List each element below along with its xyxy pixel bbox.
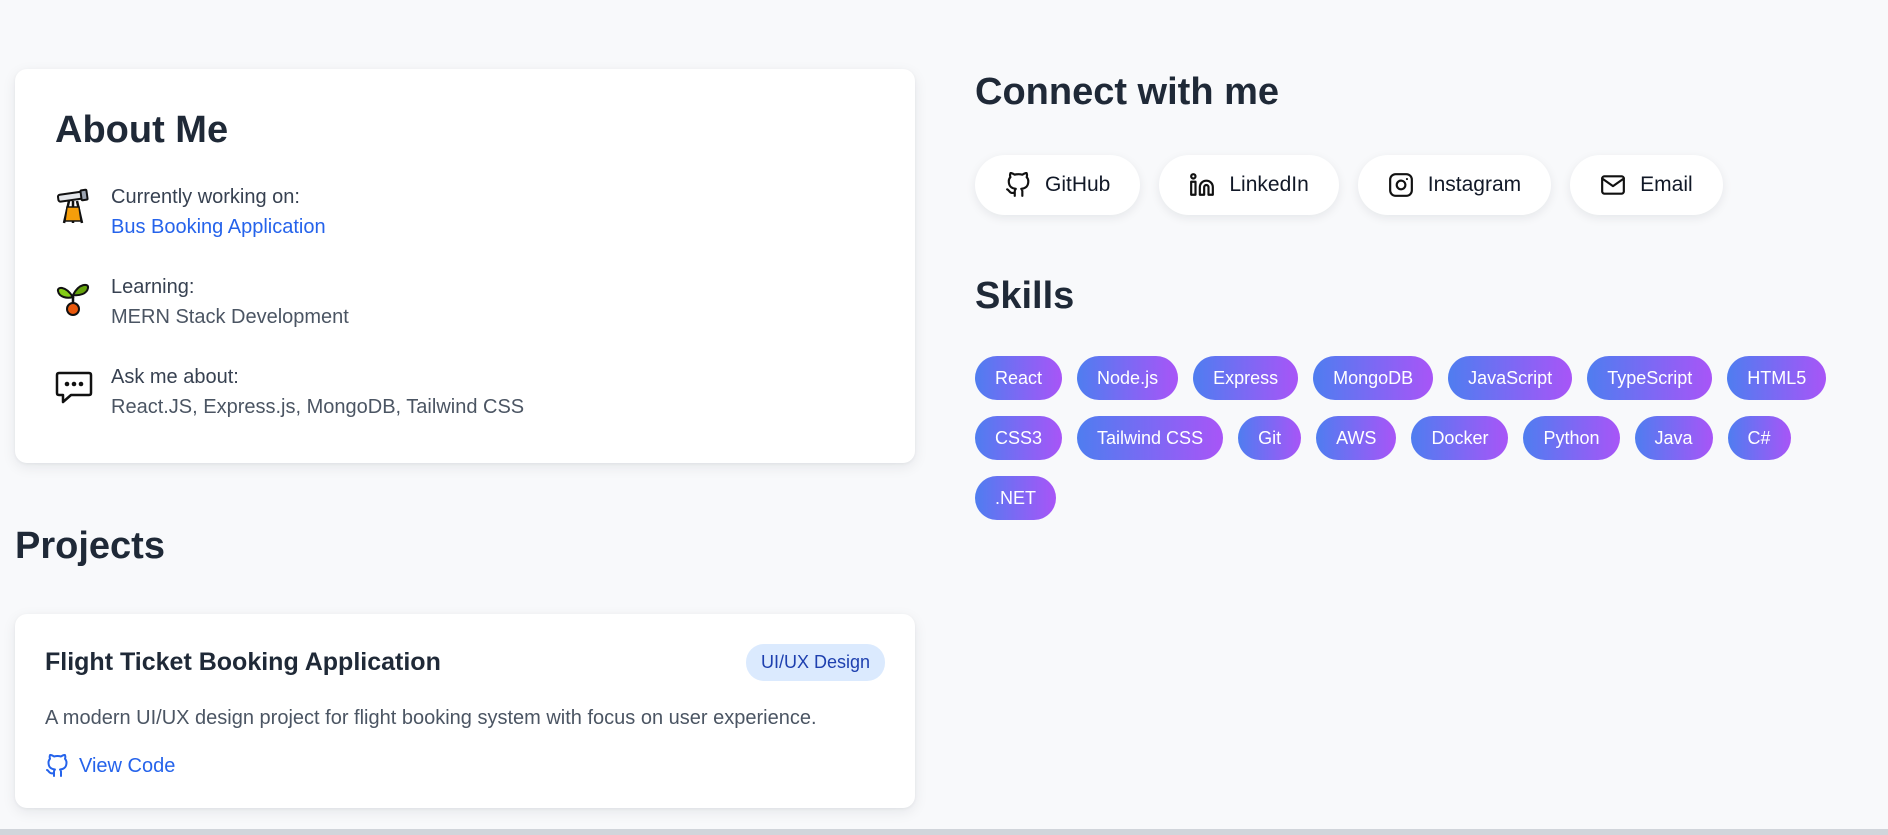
about-title: About Me bbox=[55, 109, 229, 151]
about-item-ask-me: Ask me about: React.JS, Express.js, Mong… bbox=[55, 362, 875, 422]
speech-bubble-icon bbox=[55, 362, 111, 410]
about-item-working-on: Currently working on: Bus Booking Applic… bbox=[55, 182, 875, 242]
projects-title: Projects bbox=[15, 525, 165, 567]
skill-badge: CSS3 bbox=[975, 416, 1063, 460]
email-label: Email bbox=[1640, 173, 1693, 196]
project-card: Flight Ticket Booking Application UI/UX … bbox=[15, 614, 915, 808]
skill-badge: AWS bbox=[1316, 416, 1397, 460]
current-project-link[interactable]: Bus Booking Application bbox=[111, 216, 326, 238]
about-label: Learning: bbox=[111, 276, 195, 298]
github-label: GitHub bbox=[1045, 173, 1111, 196]
skills-list: React Node.js Express MongoDB JavaScript… bbox=[975, 356, 1888, 536]
github-button[interactable]: GitHub bbox=[975, 155, 1141, 215]
email-button[interactable]: Email bbox=[1570, 155, 1723, 215]
view-code-link[interactable]: View Code bbox=[45, 754, 885, 778]
skill-badge: Tailwind CSS bbox=[1077, 416, 1224, 460]
skill-badge: .NET bbox=[975, 476, 1057, 520]
connect-title: Connect with me bbox=[975, 71, 1280, 113]
linkedin-label: LinkedIn bbox=[1229, 173, 1309, 196]
about-item-learning: Learning: MERN Stack Development bbox=[55, 272, 875, 332]
skill-badge: JavaScript bbox=[1448, 356, 1573, 400]
project-description: A modern UI/UX design project for flight… bbox=[45, 707, 817, 729]
github-icon bbox=[46, 754, 68, 777]
right-column: Connect with me GitHub LinkedIn Instagra… bbox=[975, 69, 1875, 536]
instagram-icon bbox=[1388, 173, 1413, 197]
skill-badge: Node.js bbox=[1077, 356, 1179, 400]
view-code-label: View Code bbox=[79, 754, 176, 777]
skill-badge: HTML5 bbox=[1727, 356, 1827, 400]
instagram-button[interactable]: Instagram bbox=[1357, 155, 1552, 215]
social-links: GitHub LinkedIn Instagram Email bbox=[975, 155, 1875, 215]
linkedin-icon bbox=[1190, 173, 1215, 196]
horizontal-scrollbar[interactable] bbox=[0, 829, 1888, 835]
skill-badge: Python bbox=[1523, 416, 1620, 460]
ask-me-value: React.JS, Express.js, MongoDB, Tailwind … bbox=[111, 396, 525, 418]
skill-badge: Docker bbox=[1411, 416, 1509, 460]
about-label: Ask me about: bbox=[111, 366, 239, 388]
skills-title: Skills bbox=[975, 275, 1075, 317]
project-tag: UI/UX Design bbox=[745, 644, 885, 681]
skill-badge: TypeScript bbox=[1587, 356, 1713, 400]
left-column: About Me Currently working on: Bus Booki… bbox=[15, 69, 915, 808]
about-label: Currently working on: bbox=[111, 186, 300, 208]
skill-badge: React bbox=[975, 356, 1063, 400]
learning-value: MERN Stack Development bbox=[111, 306, 349, 328]
linkedin-button[interactable]: LinkedIn bbox=[1159, 155, 1339, 215]
mail-icon bbox=[1601, 175, 1626, 195]
telescope-icon bbox=[55, 182, 111, 230]
skill-badge: C# bbox=[1727, 416, 1791, 460]
skill-badge: MongoDB bbox=[1313, 356, 1434, 400]
seedling-icon bbox=[55, 272, 111, 320]
skill-badge: Java bbox=[1634, 416, 1713, 460]
project-title: Flight Ticket Booking Application bbox=[45, 648, 441, 676]
skill-badge: Git bbox=[1238, 416, 1302, 460]
skill-badge: Express bbox=[1193, 356, 1299, 400]
instagram-label: Instagram bbox=[1427, 173, 1522, 196]
about-card: About Me Currently working on: Bus Booki… bbox=[15, 69, 915, 463]
github-icon bbox=[1006, 172, 1030, 197]
